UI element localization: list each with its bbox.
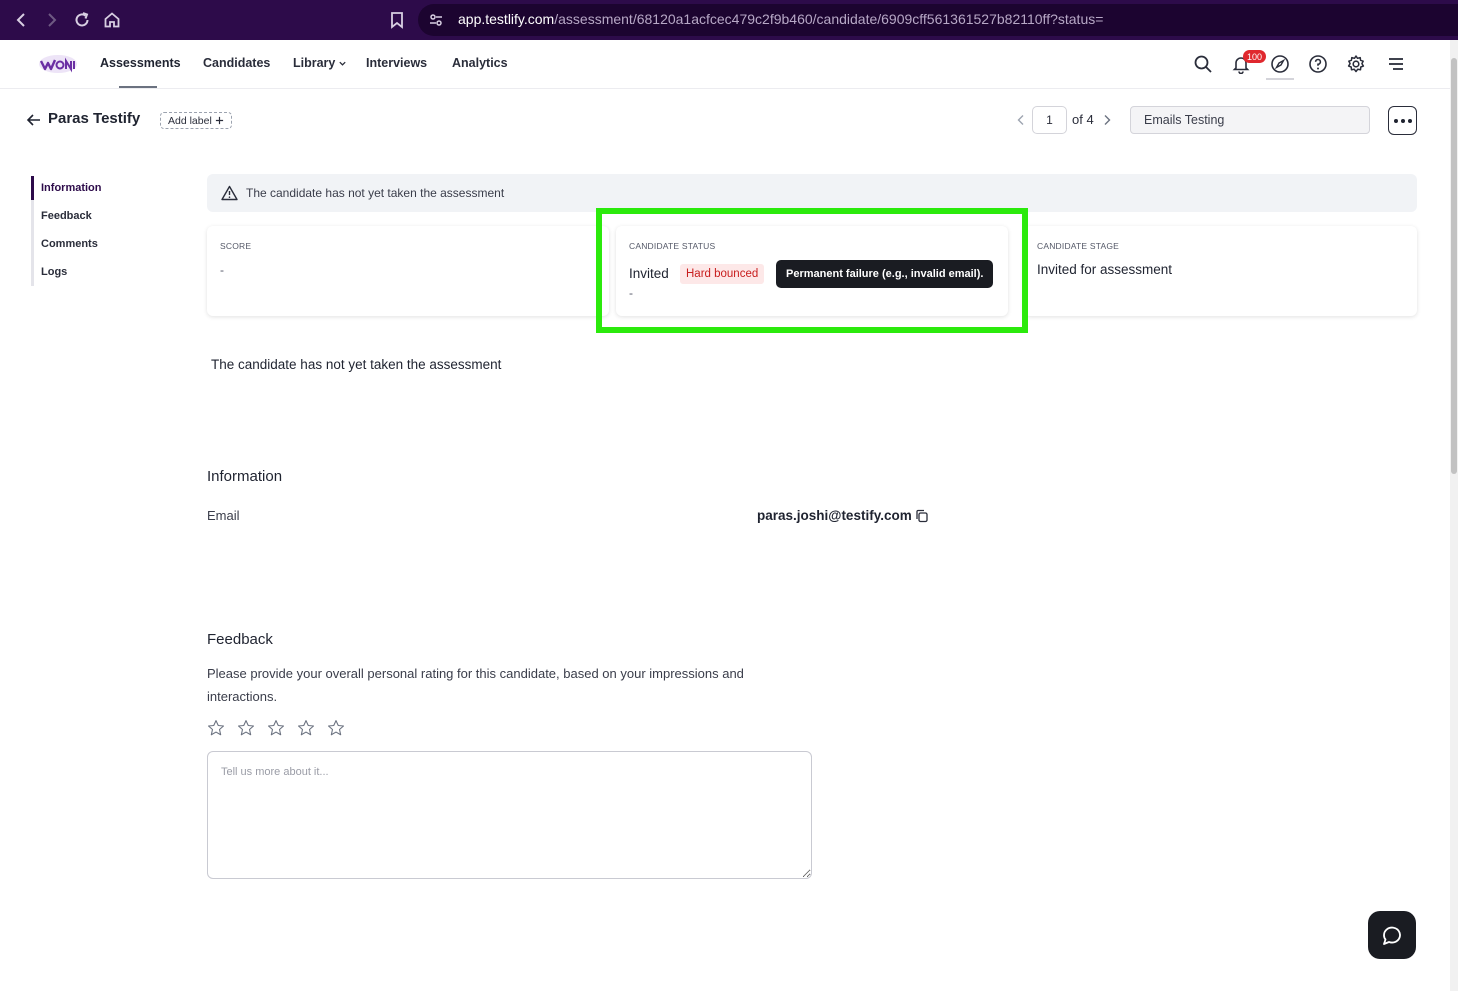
compass-icon[interactable] xyxy=(1268,52,1292,76)
nav-analytics[interactable]: Analytics xyxy=(452,56,508,70)
help-icon[interactable] xyxy=(1306,52,1330,76)
active-section-indicator xyxy=(31,176,34,200)
previous-candidate-icon[interactable] xyxy=(1014,113,1028,127)
star-icon[interactable] xyxy=(327,719,345,737)
email-value-row: paras.joshi@testify.com xyxy=(757,508,929,523)
back-arrow-icon[interactable] xyxy=(26,112,42,128)
page-number-input[interactable]: 1 xyxy=(1032,106,1067,134)
wonka-logo[interactable] xyxy=(38,52,78,76)
chevron-down-icon xyxy=(339,61,347,66)
side-nav-information[interactable]: Information xyxy=(41,182,102,194)
status-value: Invited xyxy=(629,266,669,281)
feedback-description: Please provide your overall personal rat… xyxy=(207,666,744,704)
stage-label: CANDIDATE STAGE xyxy=(1037,241,1120,251)
app-header: Assessments Candidates Library Interview… xyxy=(0,40,1450,89)
side-nav-logs[interactable]: Logs xyxy=(41,266,67,278)
notification-count-badge: 100 xyxy=(1243,50,1266,63)
page-total: of 4 xyxy=(1072,112,1094,127)
warning-icon xyxy=(221,185,238,201)
score-value: - xyxy=(220,263,224,277)
side-nav-feedback[interactable]: Feedback xyxy=(41,210,92,222)
dot-icon xyxy=(1393,118,1398,123)
stage-value: Invited for assessment xyxy=(1037,262,1173,277)
url-host: app.testlify.com xyxy=(458,11,555,27)
plus-icon xyxy=(215,116,223,125)
menu-icon[interactable] xyxy=(1384,52,1408,76)
star-icon[interactable] xyxy=(237,719,255,737)
copy-icon[interactable] xyxy=(915,509,929,523)
hard-bounced-badge[interactable]: Hard bounced xyxy=(680,264,765,284)
browser-toolbar: app.testlify.com/assessment/68120a1acfce… xyxy=(0,0,1458,40)
browser-forward-icon[interactable] xyxy=(39,8,63,32)
url-path: /assessment/68120a1acfcec479c2f9b460/can… xyxy=(554,11,1104,27)
side-nav-comments[interactable]: Comments xyxy=(41,238,98,250)
next-candidate-icon[interactable] xyxy=(1100,113,1114,127)
alert-text: The candidate has not yet taken the asse… xyxy=(246,186,505,200)
status-label: CANDIDATE STATUS xyxy=(629,241,716,251)
browser-reload-icon[interactable] xyxy=(70,8,94,32)
nav-candidates[interactable]: Candidates xyxy=(203,56,270,70)
not-taken-message: The candidate has not yet taken the asse… xyxy=(211,357,502,372)
status-sub: - xyxy=(629,286,633,300)
scrollbar-thumb[interactable] xyxy=(1451,58,1457,474)
score-card: SCORE - xyxy=(207,226,609,316)
not-taken-alert: The candidate has not yet taken the asse… xyxy=(207,174,1417,212)
chat-launcher-button[interactable] xyxy=(1368,911,1416,959)
nav-assessments[interactable]: Assessments xyxy=(100,56,181,70)
section-side-nav: Information Feedback Comments Logs xyxy=(31,176,151,286)
nav-library-label: Library xyxy=(293,56,336,70)
site-settings-icon[interactable] xyxy=(424,8,448,32)
browser-back-icon[interactable] xyxy=(10,8,34,32)
url-text[interactable]: app.testlify.com/assessment/68120a1acfce… xyxy=(458,11,1103,27)
star-icon[interactable] xyxy=(267,719,285,737)
gear-icon[interactable] xyxy=(1344,52,1368,76)
nav-interviews[interactable]: Interviews xyxy=(366,56,427,70)
add-label-button[interactable]: Add label xyxy=(160,112,232,129)
star-icon[interactable] xyxy=(297,719,315,737)
compass-indicator xyxy=(1266,78,1294,80)
add-label-text: Add label xyxy=(168,114,212,127)
assessment-selector[interactable]: Emails Testing xyxy=(1130,106,1370,134)
feedback-textarea[interactable] xyxy=(207,751,812,879)
score-label: SCORE xyxy=(220,241,252,251)
active-nav-indicator xyxy=(119,86,157,88)
bookmark-icon[interactable] xyxy=(385,8,409,32)
feedback-title: Feedback xyxy=(207,631,273,648)
browser-home-icon[interactable] xyxy=(100,8,124,32)
dot-icon xyxy=(1407,118,1412,123)
more-options-button[interactable] xyxy=(1388,106,1417,135)
candidate-name: Paras Testify xyxy=(48,110,141,127)
chat-bubble-icon xyxy=(1383,926,1401,945)
rating-stars xyxy=(207,719,345,737)
dot-icon xyxy=(1400,118,1405,123)
status-tooltip: Permanent failure (e.g., invalid email). xyxy=(776,260,994,288)
star-icon[interactable] xyxy=(207,719,225,737)
nav-library[interactable]: Library xyxy=(293,56,347,70)
candidate-status-card: CANDIDATE STATUS Invited Hard bounced Pe… xyxy=(616,226,1008,316)
candidate-stage-card: CANDIDATE STAGE Invited for assessment xyxy=(1024,226,1417,316)
email-label: Email xyxy=(207,508,240,523)
search-icon[interactable] xyxy=(1191,52,1215,76)
information-title: Information xyxy=(207,468,283,485)
email-value: paras.joshi@testify.com xyxy=(757,508,912,523)
